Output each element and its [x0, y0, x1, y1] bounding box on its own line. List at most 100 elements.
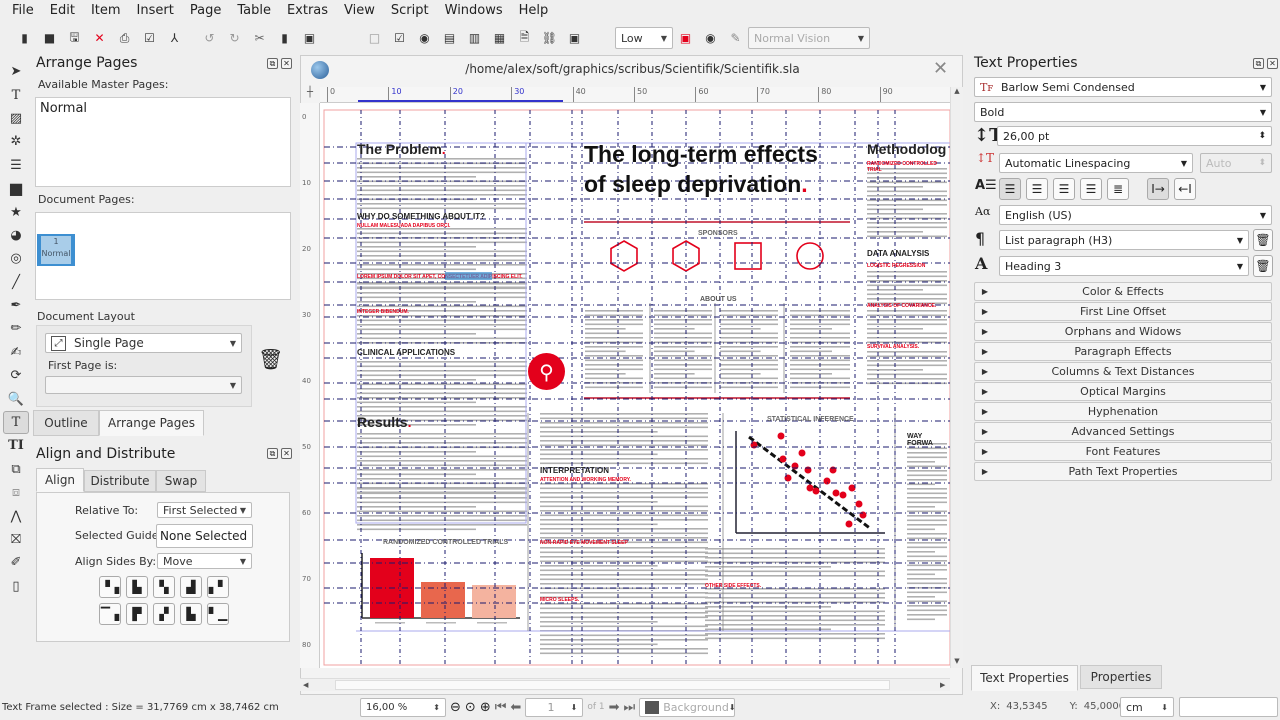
align-top-to-bottom-icon[interactable]: ▘▁ — [207, 603, 229, 625]
pdf-export-icon[interactable]: ⅄ — [162, 26, 187, 50]
close-panel-icon[interactable]: ✕ — [281, 58, 292, 69]
linespacing-value[interactable]: Auto ⬍ — [1200, 153, 1272, 173]
align-text-center-icon[interactable]: ☰ — [1026, 178, 1048, 200]
font-size-field[interactable]: 26,00 pt ⬍ — [997, 126, 1272, 146]
delete-paragraph-style-icon[interactable]: 🗑 — [1253, 229, 1273, 251]
unit-select[interactable]: cm ⬇ — [1120, 697, 1174, 717]
menu-script[interactable]: Script — [383, 0, 437, 22]
float-icon[interactable]: ⧉ — [267, 448, 278, 459]
menu-item[interactable]: Item — [83, 0, 129, 22]
pdf-tools-icon[interactable]: ▯ — [3, 575, 29, 598]
scroll-left-icon[interactable]: ◀ — [303, 681, 308, 689]
font-family-select[interactable]: Tꜰ Barlow Semi Condensed ▼ — [974, 77, 1272, 97]
last-page-icon[interactable]: ⏭ — [624, 700, 636, 715]
copy-icon[interactable]: ▮ — [272, 26, 297, 50]
section-columns-distances[interactable]: ▶ Columns & Text Distances — [974, 362, 1272, 381]
section-hyphenation[interactable]: ▶ Hyphenation — [974, 402, 1272, 421]
pdf-combo-icon[interactable]: ▥ — [462, 26, 487, 50]
preview-eye-icon[interactable]: ◉ — [698, 26, 723, 50]
prev-page-icon[interactable]: ⬅ — [510, 700, 521, 715]
text-direction-rtl-icon[interactable]: ←I — [1174, 178, 1196, 200]
spin-icon[interactable]: ⬍ — [433, 703, 440, 712]
cmyk-toggle-icon[interactable]: ▣ — [673, 26, 698, 50]
preview-quality-select[interactable]: Low ▼ — [615, 27, 673, 49]
section-advanced-settings[interactable]: ▶ Advanced Settings — [974, 422, 1272, 441]
align-text-right-icon[interactable]: ☰ — [1053, 178, 1075, 200]
tab-distribute[interactable]: Distribute — [84, 470, 156, 492]
spin-icon[interactable]: ⬍ — [1258, 131, 1266, 141]
align-sides-select[interactable]: Move ▼ — [157, 553, 252, 569]
zoom-field[interactable]: 16,00 % ⬍ — [360, 697, 446, 717]
trash-icon[interactable]: 🗑 — [258, 347, 283, 371]
scroll-up-icon[interactable]: ▲ — [951, 87, 963, 95]
pdf-push-button-icon[interactable]: □ — [362, 26, 387, 50]
new-icon[interactable]: ▮ — [12, 26, 37, 50]
align-center-h-icon[interactable]: ▚ — [153, 576, 175, 598]
close-document-icon[interactable]: ✕ — [933, 58, 948, 79]
table-tool-icon[interactable]: ☰ — [3, 154, 29, 177]
linespacing-select[interactable]: Automatic Linespacing ▼ — [999, 153, 1193, 173]
first-page-icon[interactable]: ⏮ — [495, 700, 507, 715]
align-left-icon[interactable]: ▙ — [126, 576, 148, 598]
menu-windows[interactable]: Windows — [437, 0, 511, 22]
redo-icon[interactable]: ↻ — [222, 26, 247, 50]
master-pages-list[interactable]: Normal — [35, 97, 291, 187]
menu-edit[interactable]: Edit — [42, 0, 83, 22]
tab-align[interactable]: Align — [36, 468, 84, 492]
next-page-icon[interactable]: ➡ — [609, 700, 620, 715]
menu-table[interactable]: Table — [229, 0, 279, 22]
section-orphans-widows[interactable]: ▶ Orphans and Widows — [974, 322, 1272, 341]
pdf-text-field-icon[interactable]: ▤ — [437, 26, 462, 50]
tab-arrange-pages[interactable]: Arrange Pages — [99, 410, 204, 436]
first-page-select[interactable]: ▼ — [45, 376, 242, 394]
canvas[interactable]: The Problem. The long-term effects of sl… — [320, 103, 950, 668]
preflight-icon[interactable]: ☑ — [137, 26, 162, 50]
edit-mode-icon[interactable]: ✎ — [723, 26, 748, 50]
selected-guide-field[interactable]: None Selected — [156, 524, 253, 548]
section-optical-margins[interactable]: ▶ Optical Margins — [974, 382, 1272, 401]
layer-select[interactable]: Background ⬇ — [639, 697, 736, 717]
eyedropper-tool-icon[interactable]: ✐ — [3, 551, 29, 574]
align-text-justify-icon[interactable]: ☰ — [1080, 178, 1102, 200]
link-frames-tool-icon[interactable]: ⧉ — [3, 458, 29, 481]
menu-help[interactable]: Help — [511, 0, 557, 22]
menu-extras[interactable]: Extras — [279, 0, 336, 22]
spiral-tool-icon[interactable]: ◎ — [3, 247, 29, 270]
scroll-right-icon[interactable]: ▶ — [940, 681, 945, 689]
edit-text-tool-icon[interactable]: TI — [3, 434, 29, 457]
relative-to-select[interactable]: First Selected ▼ — [157, 502, 252, 518]
zoom-in-icon[interactable]: ⊕ — [480, 700, 491, 715]
calligraphic-tool-icon[interactable]: ✍ — [3, 341, 29, 364]
text-frame-tool-icon[interactable]: T — [3, 83, 29, 106]
link-annotation-icon[interactable]: ⛓ — [537, 26, 562, 50]
pdf-radio-icon[interactable]: ◉ — [412, 26, 437, 50]
line-tool-icon[interactable]: ╱ — [3, 271, 29, 294]
zoom-100-icon[interactable]: ⊙ — [465, 700, 476, 715]
bezier-tool-icon[interactable]: ✒ — [3, 294, 29, 317]
section-font-features[interactable]: ▶ Font Features — [974, 442, 1272, 461]
menu-view[interactable]: View — [336, 0, 383, 22]
pdf-checkbox-icon[interactable]: ☑ — [387, 26, 412, 50]
ruler-origin-icon[interactable]: ┼ — [300, 87, 320, 103]
align-top-icon[interactable]: ▛ — [126, 603, 148, 625]
render-frame-tool-icon[interactable]: ✲ — [3, 130, 29, 153]
align-text-left-icon[interactable]: ☰ — [999, 178, 1021, 200]
align-right-to-left-icon[interactable]: ▝▗ — [99, 576, 121, 598]
paste-icon[interactable]: ▣ — [297, 26, 322, 50]
font-style-select[interactable]: Bold ▼ — [974, 102, 1272, 122]
scroll-thumb[interactable] — [335, 680, 890, 690]
align-right-icon[interactable]: ▟ — [180, 576, 202, 598]
tab-outline[interactable]: Outline — [33, 410, 99, 436]
status-input[interactable] — [1179, 697, 1278, 717]
menu-page[interactable]: Page — [182, 0, 229, 22]
cut-icon[interactable]: ✂ — [247, 26, 272, 50]
tab-swap[interactable]: Swap — [156, 470, 206, 492]
section-path-text[interactable]: ▶ Path Text Properties — [974, 462, 1272, 481]
align-text-force-justify-icon[interactable]: ≣ — [1107, 178, 1129, 200]
page-thumbnail[interactable]: 1 Normal — [37, 234, 75, 266]
character-style-select[interactable]: Heading 3 ▼ — [999, 256, 1249, 276]
vertical-ruler[interactable]: 0 10 20 30 40 50 60 70 80 — [300, 103, 320, 668]
zoom-out-icon[interactable]: ⊖ — [450, 700, 461, 715]
text-direction-ltr-icon[interactable]: I→ — [1147, 178, 1169, 200]
vision-mode-select[interactable]: Normal Vision ▼ — [748, 27, 870, 49]
